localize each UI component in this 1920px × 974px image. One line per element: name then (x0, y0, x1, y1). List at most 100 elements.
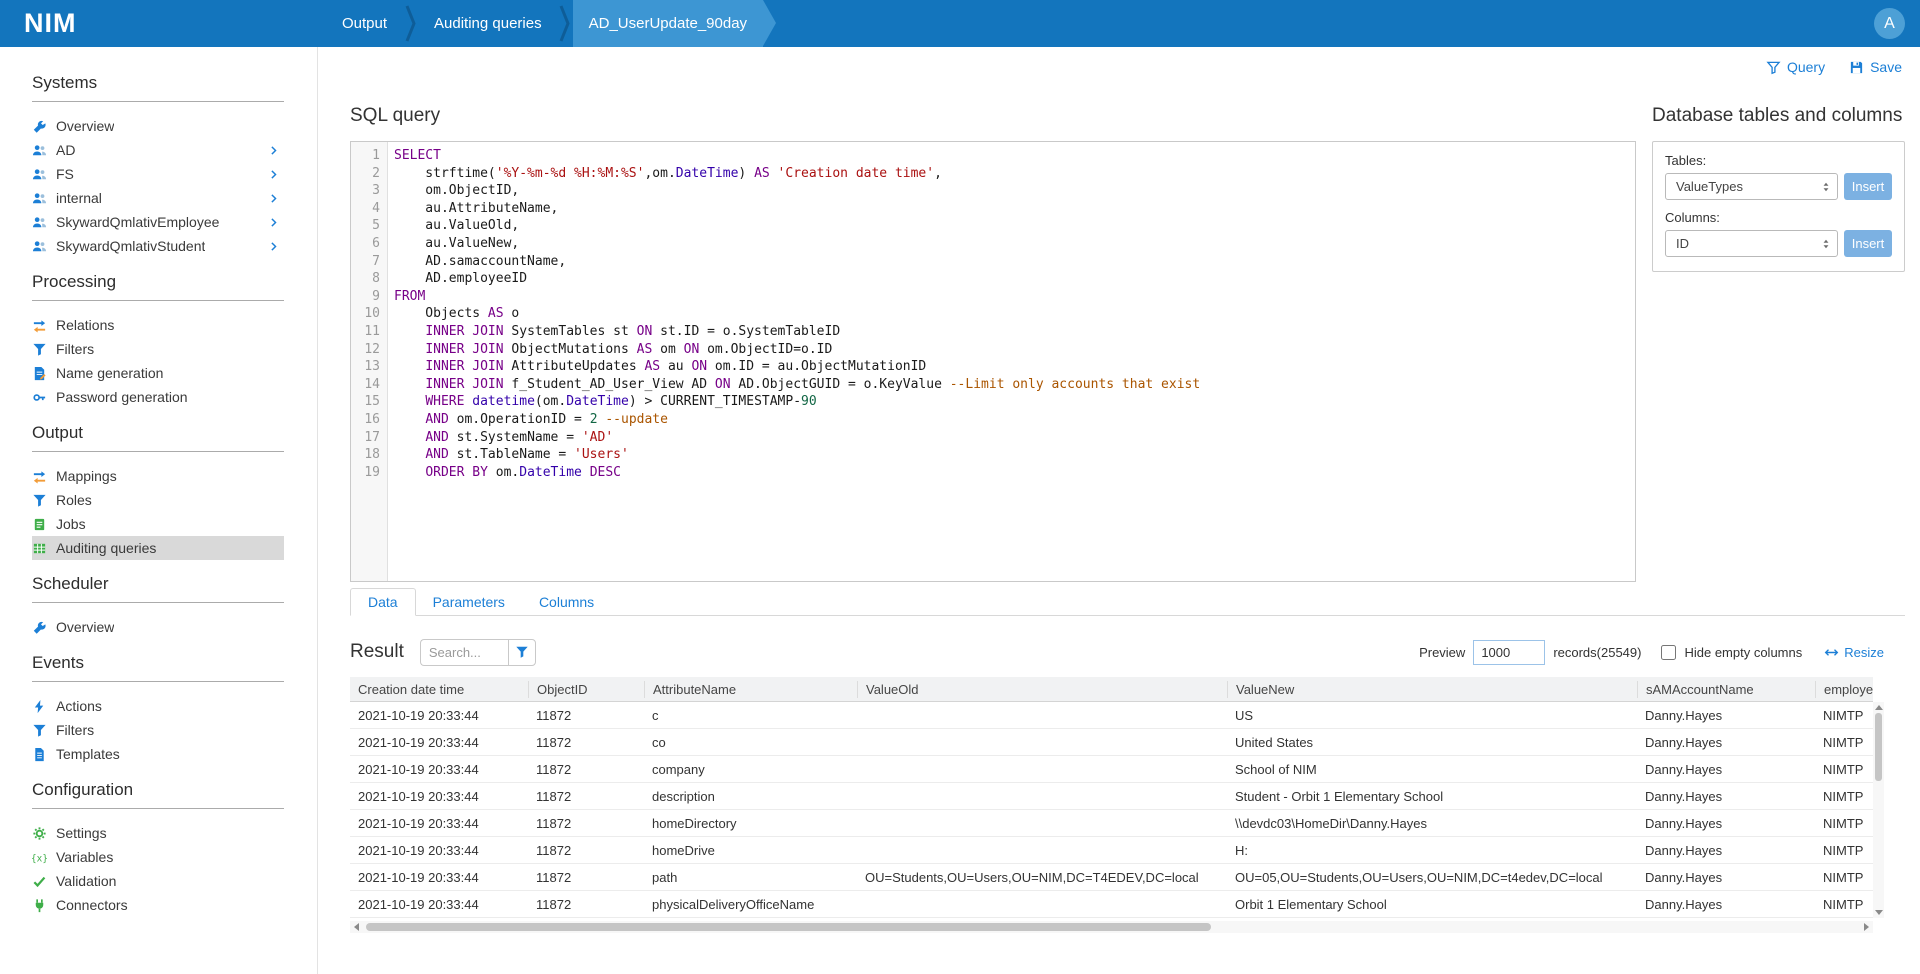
sidebar-item-relations[interactable]: Relations (32, 313, 284, 337)
table-row[interactable]: 2021-10-19 20:33:44 11872 co United States D… (350, 729, 1873, 756)
table-row[interactable]: 2021-10-19 20:33:44 11872 homeDirectory \\d… (350, 810, 1873, 837)
sidebar: Systems Overview AD FS internal SkywardQmlati… (0, 47, 318, 974)
sidebar-item-name-generation[interactable]: Name generation (32, 361, 284, 385)
sql-editor[interactable]: 1 2 3 4 5 6 7 8 9 10 11 12 13 14 15 16 17 18 19 SELECT str… (350, 141, 1636, 582)
tab-columns[interactable]: Columns (522, 589, 611, 615)
query-button-label: Query (1786, 59, 1826, 75)
column-header-attributename[interactable]: AttributeName (644, 680, 857, 698)
wrench-icon (32, 620, 47, 635)
chevron-right-icon (267, 144, 280, 157)
sidebar-item-filters[interactable]: Filters (32, 337, 284, 361)
query-button[interactable]: Query (1766, 59, 1825, 75)
columns-select-value: ID (1676, 236, 1689, 251)
breadcrumb-item-ad-userupdate-90day[interactable]: AD_UserUpdate_90day (572, 0, 777, 47)
line-number: 8 (372, 271, 380, 287)
save-button[interactable]: Save (1849, 59, 1902, 75)
scroll-left-arrow-icon[interactable] (354, 923, 359, 931)
table-cell: 11872 (536, 842, 572, 858)
columns-label: Columns: (1665, 210, 1720, 225)
sidebar-item-ad[interactable]: AD (32, 138, 284, 162)
horizontal-scroll-thumb[interactable] (366, 923, 1211, 931)
table-row[interactable]: 2021-10-19 20:33:44 11872 description Stude… (350, 783, 1873, 810)
sidebar-item-internal[interactable]: internal (32, 186, 284, 210)
sidebar-item-skywardqmlativemployee[interactable]: SkywardQmlativEmployee (32, 210, 284, 234)
sidebar-item-connectors[interactable]: Connectors (32, 893, 284, 917)
table-row[interactable]: 2021-10-19 20:33:44 11872 homeDrive H: Danny… (350, 837, 1873, 864)
line-number: 15 (364, 394, 380, 410)
breadcrumb-item-output[interactable]: Output (326, 0, 403, 47)
vertical-scrollbar[interactable] (1873, 702, 1884, 918)
hide-empty-columns-label: Hide empty columns (1684, 644, 1803, 660)
code-line: AD.samaccountName, (394, 253, 567, 269)
tab-parameters[interactable]: Parameters (416, 589, 522, 615)
column-header-employee[interactable]: employee (1815, 680, 1873, 698)
sidebar-item-jobs[interactable]: Jobs (32, 512, 284, 536)
scroll-up-arrow-icon[interactable] (1874, 705, 1883, 710)
sidebar-item-fs[interactable]: FS (32, 162, 284, 186)
table-cell: NIMTP (1823, 869, 1864, 885)
table-cell: 11872 (536, 869, 572, 885)
table-row[interactable]: 2021-10-19 20:33:44 11872 path OU=Students,… (350, 864, 1873, 891)
search-filter-button[interactable] (507, 638, 536, 666)
breadcrumb: Output Auditing queries AD_UserUpdate_90da… (326, 0, 777, 47)
sidebar-item-variables[interactable]: {x} Variables (32, 845, 284, 869)
vertical-scroll-thumb[interactable] (1875, 713, 1882, 781)
scroll-right-arrow-icon[interactable] (1864, 923, 1869, 931)
line-number: 4 (372, 200, 380, 216)
sidebar-item-templates[interactable]: Templates (32, 742, 284, 766)
sidebar-item-mappings[interactable]: Mappings (32, 464, 284, 488)
sidebar-item-overview[interactable]: Overview (32, 114, 284, 138)
db-panel: Tables: ValueTypes Insert Columns: ID In… (1652, 141, 1905, 272)
sidebar-item-password-generation[interactable]: Password generation (32, 385, 284, 409)
columns-select[interactable]: ID (1665, 230, 1838, 257)
table-cell: Danny.Hayes (1645, 869, 1723, 885)
result-bar: Result Preview records(25549) Hide empty… (350, 637, 1884, 667)
table-cell: School of NIM (1235, 761, 1317, 777)
table-row[interactable]: 2021-10-19 20:33:44 11872 physicalDelivery… (350, 891, 1873, 918)
line-number: 5 (372, 218, 380, 234)
sidebar-item-validation[interactable]: Validation (32, 869, 284, 893)
column-header-valuenew[interactable]: ValueNew (1227, 680, 1637, 698)
resize-button[interactable]: Resize (1824, 645, 1884, 660)
breadcrumb-item-auditing-queries[interactable]: Auditing queries (418, 0, 558, 47)
swap-arrows-icon (32, 469, 47, 484)
tab-data[interactable]: Data (350, 588, 416, 616)
column-header-valueold[interactable]: ValueOld (857, 680, 1227, 698)
table-cell: 2021-10-19 20:33:44 (358, 815, 479, 831)
editor-code[interactable]: SELECT strftime('%Y-%m-%d %H:%M:%S',om.D… (388, 142, 1635, 581)
tables-label: Tables: (1665, 153, 1707, 168)
preview-count-input[interactable] (1473, 639, 1546, 665)
sidebar-item-actions[interactable]: Actions (32, 694, 284, 718)
sidebar-item-skywardqmlativstudent[interactable]: SkywardQmlativStudent (32, 234, 284, 258)
insert-table-button[interactable]: Insert (1844, 173, 1892, 200)
users-icon (32, 143, 47, 158)
table-cell: NIMTP (1823, 815, 1864, 831)
sidebar-item-label: Jobs (56, 516, 86, 532)
hide-empty-columns-checkbox[interactable] (1661, 644, 1677, 660)
table-row[interactable]: 2021-10-19 20:33:44 11872 c US Danny.Hayes NI… (350, 702, 1873, 729)
line-number: 18 (364, 447, 380, 463)
avatar[interactable]: A (1874, 8, 1905, 39)
line-number: 6 (372, 235, 380, 251)
sidebar-item-settings[interactable]: Settings (32, 821, 284, 845)
table-cell: United States (1235, 734, 1314, 750)
column-header-samaccountname[interactable]: sAMAccountName (1637, 680, 1815, 698)
tables-select[interactable]: ValueTypes (1665, 173, 1838, 200)
column-header-objectid[interactable]: ObjectID (528, 680, 644, 698)
sidebar-item-auditing-queries[interactable]: Auditing queries (32, 536, 284, 560)
horizontal-scrollbar[interactable] (350, 921, 1873, 933)
insert-column-button[interactable]: Insert (1844, 230, 1892, 257)
table-cell: 2021-10-19 20:33:44 (358, 869, 479, 885)
sidebar-item-overview[interactable]: Overview (32, 615, 284, 639)
sidebar-section-processing: Processing (32, 258, 284, 301)
search-input[interactable] (419, 638, 508, 666)
scroll-down-arrow-icon[interactable] (1874, 910, 1883, 915)
sidebar-item-roles[interactable]: Roles (32, 488, 284, 512)
table-row[interactable]: 2021-10-19 20:33:44 11872 company School of… (350, 756, 1873, 783)
table-cell: OU=Students,OU=Users,OU=NIM,DC=T4EDEV,DC… (865, 869, 1199, 885)
table-cell: NIMTP (1823, 842, 1864, 858)
column-header-creation-date-time[interactable]: Creation date time (350, 681, 528, 698)
sidebar-item-filters[interactable]: Filters (32, 718, 284, 742)
app-logo: NIM (24, 8, 77, 38)
save-icon (1849, 60, 1864, 75)
